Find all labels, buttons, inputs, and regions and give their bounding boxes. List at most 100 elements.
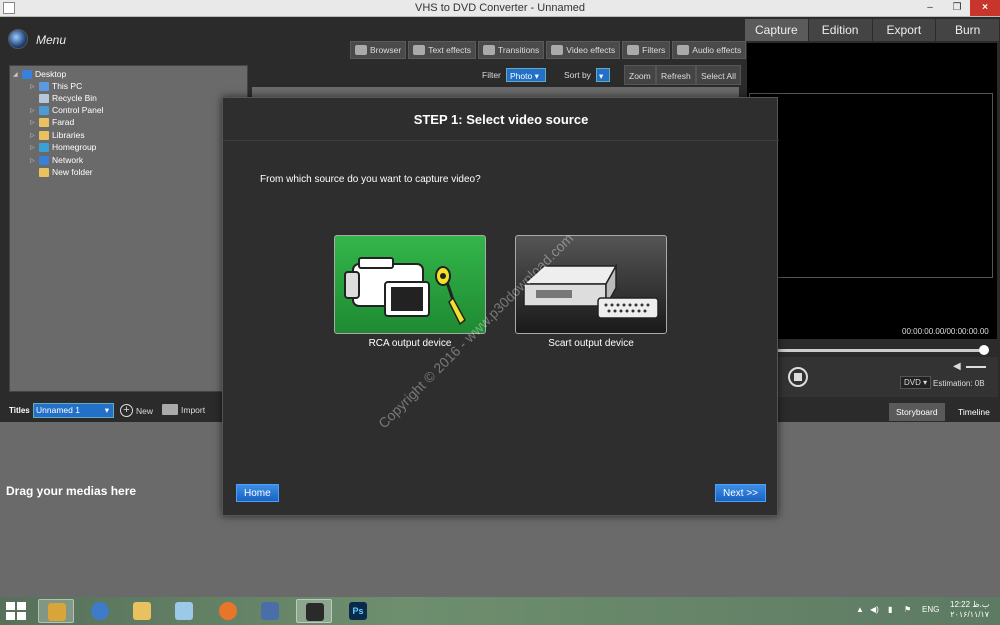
control-panel-icon <box>39 105 49 115</box>
video-effects-button[interactable]: Video effects <box>546 41 621 59</box>
taskbar: Ps ▲ ◀) ▮ ⚑ ENG 12:22 ب.ظ ۲۰۱۶/۱۱/۱۷ <box>0 597 1000 625</box>
tree-label: Control Panel <box>52 105 104 115</box>
tab-burn[interactable]: Burn <box>936 19 1000 41</box>
volume-slider[interactable] <box>966 366 986 368</box>
titles-label: Titles <box>9 406 30 415</box>
sort-label: Sort by <box>564 70 591 80</box>
tree-label: Desktop <box>35 69 67 79</box>
folder-tree: ◢ Desktop ▷ This PC Recycle Bin ▷ Control P… <box>9 65 248 392</box>
desktop-icon <box>22 69 32 79</box>
refresh-button[interactable]: Refresh <box>656 65 696 85</box>
dialog-title: STEP 1: Select video source <box>413 112 589 127</box>
tree-item-control-panel[interactable]: ▷ Control Panel <box>30 104 104 116</box>
divider <box>223 140 779 141</box>
stop-icon <box>794 373 802 381</box>
taskbar-explorer[interactable] <box>124 599 160 623</box>
tray-overflow-icon[interactable]: ▲ <box>856 605 864 614</box>
tree-label: Homegroup <box>52 142 97 152</box>
tree-item-new-folder[interactable]: New folder <box>30 166 93 178</box>
network-tray-icon[interactable]: ▮ <box>888 605 892 614</box>
tab-storyboard[interactable]: Storyboard <box>889 403 945 421</box>
speaker-icon[interactable]: ◀) <box>870 605 879 614</box>
text-effects-button[interactable]: Text effects <box>408 41 477 59</box>
sort-select[interactable]: ▾ <box>596 68 610 82</box>
browser-icon <box>355 45 367 55</box>
scart-source-card[interactable] <box>515 235 667 334</box>
start-button[interactable] <box>6 602 28 620</box>
computer-icon <box>39 81 49 91</box>
tree-item-network[interactable]: ▷ Network <box>30 154 83 166</box>
text-effects-label: Text effects <box>428 45 472 55</box>
dialog-question: From which source do you want to capture… <box>260 174 481 185</box>
filters-button[interactable]: Filters <box>622 41 671 59</box>
zoom-button[interactable]: Zoom <box>624 65 656 85</box>
tab-export[interactable]: Export <box>872 19 937 41</box>
firefox-icon <box>219 602 237 620</box>
browser-label: Browser <box>370 45 402 55</box>
tree-item-farad[interactable]: ▷ Farad <box>30 116 74 128</box>
tree-item-homegroup[interactable]: ▷ Homegroup <box>30 141 96 153</box>
video-preview <box>747 43 997 339</box>
audio-effects-label: Audio effects <box>692 45 742 55</box>
filters-label: Filters <box>642 45 666 55</box>
tree-label: Farad <box>52 117 75 127</box>
flag-icon[interactable]: ⚑ <box>904 605 911 614</box>
folder-icon <box>39 167 49 177</box>
notes-icon <box>175 602 193 620</box>
format-select[interactable]: DVD ▾ <box>900 376 932 389</box>
audio-effects-button[interactable]: Audio effects <box>672 41 747 59</box>
tab-timeline[interactable]: Timeline <box>951 403 997 421</box>
clock-time: 12:22 ب.ظ <box>950 600 990 609</box>
language-indicator[interactable]: ENG <box>922 605 939 614</box>
network-icon <box>39 155 49 165</box>
menu-button[interactable]: Menu <box>8 29 98 51</box>
taskbar-firefox[interactable] <box>210 599 246 623</box>
taskbar-video-app[interactable] <box>296 599 332 623</box>
scart-source-label: Scart output device <box>548 338 634 349</box>
seek-knob[interactable] <box>979 345 989 355</box>
filter-select[interactable]: Photo ▾ <box>506 68 546 82</box>
video-app-icon <box>306 603 324 621</box>
taskbar-computer[interactable] <box>252 599 288 623</box>
tree-label: New folder <box>52 167 93 177</box>
new-title-button[interactable]: + New <box>120 404 153 417</box>
minimize-button[interactable]: – <box>918 0 942 16</box>
tab-edition[interactable]: Edition <box>808 19 873 41</box>
filter-label: Filter <box>482 70 501 80</box>
video-effects-label: Video effects <box>566 45 616 55</box>
clock-date: ۲۰۱۶/۱۱/۱۷ <box>950 610 990 619</box>
video-effects-icon <box>551 45 564 55</box>
close-button[interactable]: × <box>970 0 1000 16</box>
timecode: 00:00:00.00/00:00:00.00 <box>902 327 989 336</box>
folder-icon <box>39 117 49 127</box>
homegroup-icon <box>39 142 49 152</box>
seek-bar[interactable] <box>770 349 985 352</box>
tree-item-desktop[interactable]: ◢ Desktop <box>13 68 66 80</box>
clock[interactable]: 12:22 ب.ظ ۲۰۱۶/۱۱/۱۷ <box>950 600 989 620</box>
photoshop-icon: Ps <box>349 602 367 620</box>
maximize-button[interactable]: ❐ <box>945 0 969 16</box>
taskbar-network[interactable] <box>82 599 118 623</box>
select-all-button[interactable]: Select All <box>696 65 741 85</box>
home-button[interactable]: Home <box>236 484 279 502</box>
taskbar-notes[interactable] <box>166 599 202 623</box>
titles-select[interactable]: Unnamed 1 ▾ <box>33 403 114 418</box>
transitions-button[interactable]: Transitions <box>478 41 545 59</box>
transitions-label: Transitions <box>498 45 540 55</box>
next-button[interactable]: Next >> <box>715 484 767 502</box>
taskbar-app-vhs[interactable] <box>38 599 74 623</box>
filter-bar: Filter Photo ▾ Sort by ▾ Zoom Refresh Se… <box>252 65 742 85</box>
browser-button[interactable]: Browser <box>350 41 407 59</box>
rca-source-card[interactable] <box>334 235 486 334</box>
computer-icon <box>261 602 279 620</box>
menu-label: Menu <box>36 33 67 47</box>
volume-icon[interactable]: ◀ <box>953 361 961 372</box>
import-button[interactable]: Import <box>162 404 205 415</box>
tree-item-libraries[interactable]: ▷ Libraries <box>30 129 85 141</box>
taskbar-photoshop[interactable]: Ps <box>340 599 376 623</box>
window-title: VHS to DVD Converter - Unnamed <box>415 2 585 14</box>
tree-item-recycle-bin[interactable]: Recycle Bin <box>30 92 97 104</box>
stop-button[interactable] <box>788 367 808 387</box>
tree-item-this-pc[interactable]: ▷ This PC <box>30 80 82 92</box>
tab-capture[interactable]: Capture <box>745 19 809 41</box>
